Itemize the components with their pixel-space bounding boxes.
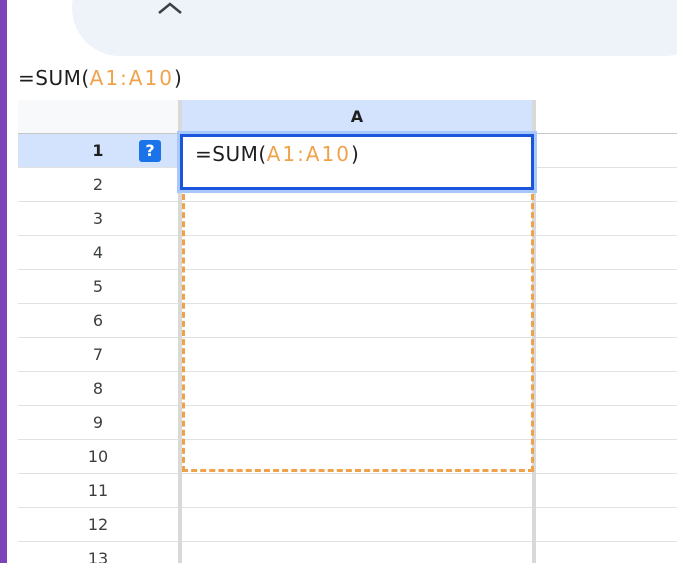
spreadsheet-app: =SUM(A1:A10) A 1 2 3 4 5 6 7 8 9 10 11 1… [0, 0, 677, 563]
row-header[interactable]: 10 [18, 440, 178, 473]
row-header[interactable]: 9 [18, 406, 178, 439]
row-header[interactable]: 11 [18, 474, 178, 507]
formula-range-ref: A1:A10 [89, 66, 174, 90]
formula-help-button[interactable]: ? [139, 140, 161, 162]
column-header-b[interactable] [536, 100, 677, 134]
chevron-up-icon[interactable] [155, 0, 185, 16]
row-header[interactable]: 12 [18, 508, 178, 541]
column-header-a[interactable]: A [182, 100, 532, 134]
row-header[interactable]: 8 [18, 372, 178, 405]
row-header[interactable]: 6 [18, 304, 178, 337]
row-header[interactable]: 4 [18, 236, 178, 269]
active-cell-editor[interactable]: =SUM(A1:A10) [180, 134, 534, 190]
row-header[interactable]: 7 [18, 338, 178, 371]
table-row: 11 [18, 474, 677, 508]
formula-suffix: ) [173, 66, 183, 90]
formula-bar[interactable]: =SUM(A1:A10) [18, 66, 182, 92]
select-all-corner[interactable] [18, 100, 178, 134]
cell-formula-suffix: ) [350, 142, 360, 166]
formula-prefix: =SUM( [18, 66, 90, 90]
cell-formula-prefix: =SUM( [195, 142, 267, 166]
table-row: 12 [18, 508, 677, 542]
table-row: 13 [18, 542, 677, 563]
range-highlight [182, 194, 534, 472]
left-accent-bar [0, 0, 7, 563]
row-header[interactable]: 2 [18, 168, 178, 201]
row-header[interactable]: 13 [18, 542, 178, 563]
row-header[interactable]: 3 [18, 202, 178, 235]
cell-formula-range-ref: A1:A10 [266, 142, 351, 166]
sheet-grid: A 1 2 3 4 5 6 7 8 9 10 11 12 13 ? =SUM(A… [18, 100, 677, 563]
row-header[interactable]: 5 [18, 270, 178, 303]
